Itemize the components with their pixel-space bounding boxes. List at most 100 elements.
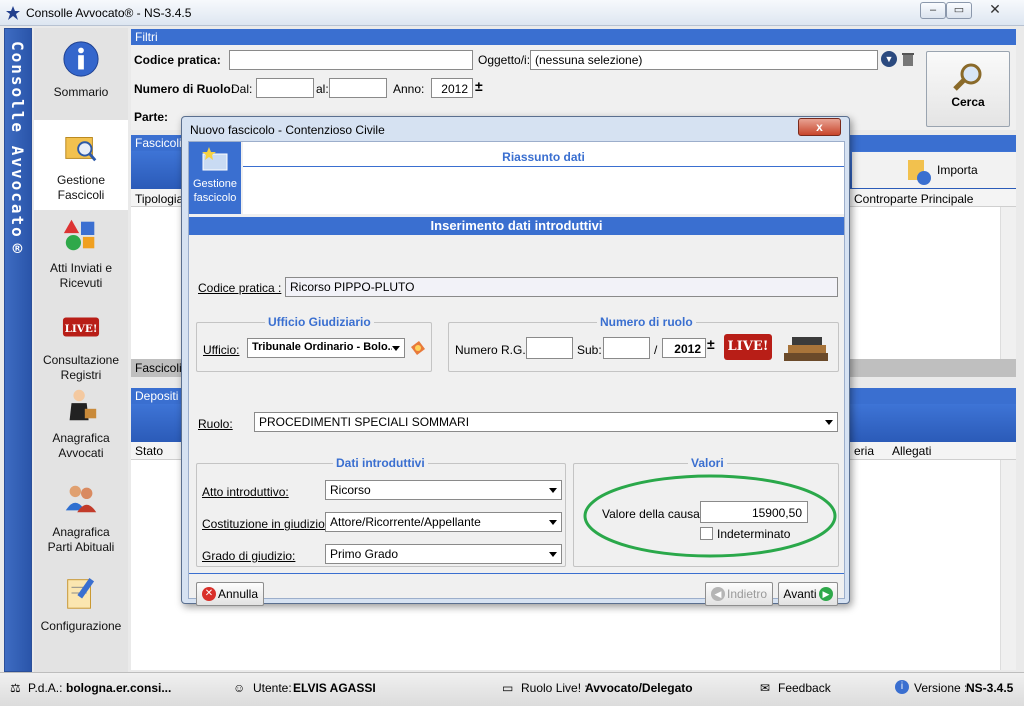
col-materia[interactable]: eria	[854, 444, 874, 458]
annulla-button[interactable]: ✕ Annulla	[196, 582, 264, 606]
dlg-codice-value: Ricorso PIPPO-PLUTO	[290, 280, 415, 294]
ufficio-search-icon[interactable]	[409, 339, 427, 357]
col-allegati[interactable]: Allegati	[892, 444, 931, 458]
dlg-codice-input[interactable]: Ricorso PIPPO-PLUTO	[285, 277, 838, 297]
forward-arrow-icon: ▶	[819, 587, 833, 601]
anno-value: 2012	[441, 82, 468, 96]
col-tipologia[interactable]: Tipologia	[135, 192, 183, 206]
folder-star-icon	[202, 147, 228, 171]
close-window-button[interactable]: ✕	[975, 2, 1015, 19]
valori-group: Valori Valore della causa: 15900,50 Inde…	[573, 456, 839, 567]
live-button[interactable]: LIVE!	[724, 334, 772, 360]
anno-spinner-icon[interactable]: ±	[475, 78, 483, 94]
codice-pratica-input[interactable]	[229, 50, 473, 70]
title-bar: Consolle Avvocato® - NS-3.4.5 – ▭ ✕	[0, 0, 1024, 26]
feedback-icon[interactable]: ✉	[760, 681, 770, 695]
main-nav: Sommario Gestione Fascicoli Atti Inviati…	[34, 28, 128, 672]
oggetto-dropdown-icon[interactable]: ▼	[881, 51, 897, 67]
versione-value: NS-3.4.5	[966, 681, 1014, 695]
col-controparte[interactable]: Controparte Principale	[854, 192, 973, 206]
dlg-anno-spinner-icon[interactable]: ±	[707, 336, 715, 352]
dal-label: Dal:	[231, 82, 253, 96]
nav-item-sommario[interactable]: Sommario	[34, 40, 128, 120]
ufficio-value: Tribunale Ordinario - Bolo...	[252, 341, 397, 353]
parte-label: Parte:	[134, 110, 169, 124]
costituzione-value: Attore/Ricorrente/Appellante	[330, 515, 481, 529]
nav-item-parti-abituali[interactable]: Anagrafica Parti Abituali	[34, 480, 128, 570]
fascicoli-scrollbar[interactable]	[1000, 207, 1016, 359]
avanti-label: Avanti	[783, 587, 817, 601]
nav-item-gestione-fascicoli[interactable]: Gestione Fascicoli	[34, 120, 128, 210]
pda-value: bologna.er.consi...	[66, 681, 172, 695]
dal-input[interactable]	[256, 78, 314, 98]
numero-ruolo-label: Numero di Ruolo:	[134, 82, 235, 96]
riassunto-title: Riassunto dati	[243, 150, 844, 167]
info-icon	[63, 41, 99, 77]
cerca-label: Cerca	[951, 95, 985, 109]
avanti-button[interactable]: Avanti ▶	[778, 582, 838, 606]
books-icon[interactable]	[780, 331, 832, 365]
indietro-button[interactable]: ◀ Indietro	[705, 582, 773, 606]
nav-item-label: Consultazione Registri	[42, 353, 120, 382]
live-label: LIVE!	[727, 339, 769, 354]
user-icon: ☺	[233, 681, 246, 695]
al-label: al:	[316, 82, 329, 96]
nav-item-atti[interactable]: Atti Inviati e Ricevuti	[34, 216, 128, 302]
nav-item-label: Atti Inviati e Ricevuti	[49, 261, 113, 290]
gestione-fascicolo-tile: Gestione fascicolo	[189, 142, 241, 214]
depositi-scrollbar[interactable]	[1000, 460, 1016, 670]
anno-input[interactable]: 2012	[431, 78, 473, 98]
nav-item-label: Anagrafica Avvocati	[52, 431, 110, 460]
atto-value: Ricorso	[330, 483, 371, 497]
feedback-link[interactable]: Feedback	[778, 681, 831, 695]
dialog-close-button[interactable]: x	[798, 118, 841, 136]
atto-select[interactable]: Ricorso	[325, 480, 562, 500]
nav-item-label: Gestione Fascicoli	[56, 173, 106, 202]
oggetto-field[interactable]: (nessuna selezione)	[530, 50, 878, 70]
numero-ruolo-group: Numero di ruolo Numero R.G.: Sub: / 2012…	[448, 315, 839, 372]
anno-label: Anno:	[393, 82, 425, 96]
versione-label: Versione :	[914, 681, 968, 695]
lawyer-icon	[69, 389, 97, 421]
nav-item-label: Sommario	[53, 85, 109, 99]
gestione-fascicolo-label: Gestione fascicolo	[192, 178, 238, 204]
ruolo-select[interactable]: PROCEDIMENTI SPECIALI SOMMARI	[254, 412, 838, 432]
importa-button[interactable]: Importa	[852, 152, 1016, 188]
svg-text:LIVE!: LIVE!	[65, 323, 98, 335]
settings-icon	[67, 578, 95, 609]
people-icon	[65, 485, 97, 513]
grado-value: Primo Grado	[330, 547, 399, 561]
dlg-anno-value: 2012	[674, 342, 701, 356]
magnifier-icon	[953, 63, 982, 91]
numero-rg-input[interactable]	[526, 337, 573, 359]
folder-search-icon	[65, 137, 97, 162]
nav-item-consultazione[interactable]: LIVE! Consultazione Registri	[34, 308, 128, 396]
utente-label: Utente:	[253, 681, 292, 695]
numero-ruolo-group-title: Numero di ruolo	[597, 315, 696, 329]
grado-select[interactable]: Primo Grado	[325, 544, 562, 564]
ufficio-select[interactable]: Tribunale Ordinario - Bolo...	[247, 338, 405, 358]
window-title: Consolle Avvocato® - NS-3.4.5	[26, 6, 192, 20]
nuovo-fascicolo-dialog: Nuovo fascicolo - Contenzioso Civile x G…	[181, 116, 850, 606]
ufficio-group: Ufficio Giudiziario Ufficio: Tribunale O…	[196, 315, 432, 372]
section-title: Inserimento dati introduttivi	[189, 217, 844, 235]
costituzione-label: Costituzione in giudizio:	[202, 517, 329, 531]
pda-label: P.d.A.:	[28, 681, 63, 695]
sub-input[interactable]	[603, 337, 650, 359]
maximize-button[interactable]: ▭	[946, 2, 972, 19]
utente-value: ELVIS AGASSI	[293, 681, 376, 695]
pda-icon: ⚖	[10, 681, 21, 695]
minimize-button[interactable]: –	[920, 2, 946, 19]
costituzione-select[interactable]: Attore/Ricorrente/Appellante	[325, 512, 562, 532]
ruolo-live-label: Ruolo Live! :	[521, 681, 588, 695]
nav-item-configurazione[interactable]: Configurazione	[34, 574, 128, 634]
nav-item-anagrafica-avvocati[interactable]: Anagrafica Avvocati	[34, 386, 128, 476]
dlg-anno-input[interactable]: 2012	[662, 338, 706, 358]
trash-icon[interactable]	[901, 51, 915, 67]
slash-label: /	[654, 343, 658, 357]
al-input[interactable]	[329, 78, 387, 98]
atto-label: Atto introduttivo:	[202, 485, 289, 499]
col-stato[interactable]: Stato	[135, 444, 163, 458]
highlight-ellipse	[583, 474, 837, 558]
cerca-button[interactable]: Cerca	[926, 51, 1010, 127]
